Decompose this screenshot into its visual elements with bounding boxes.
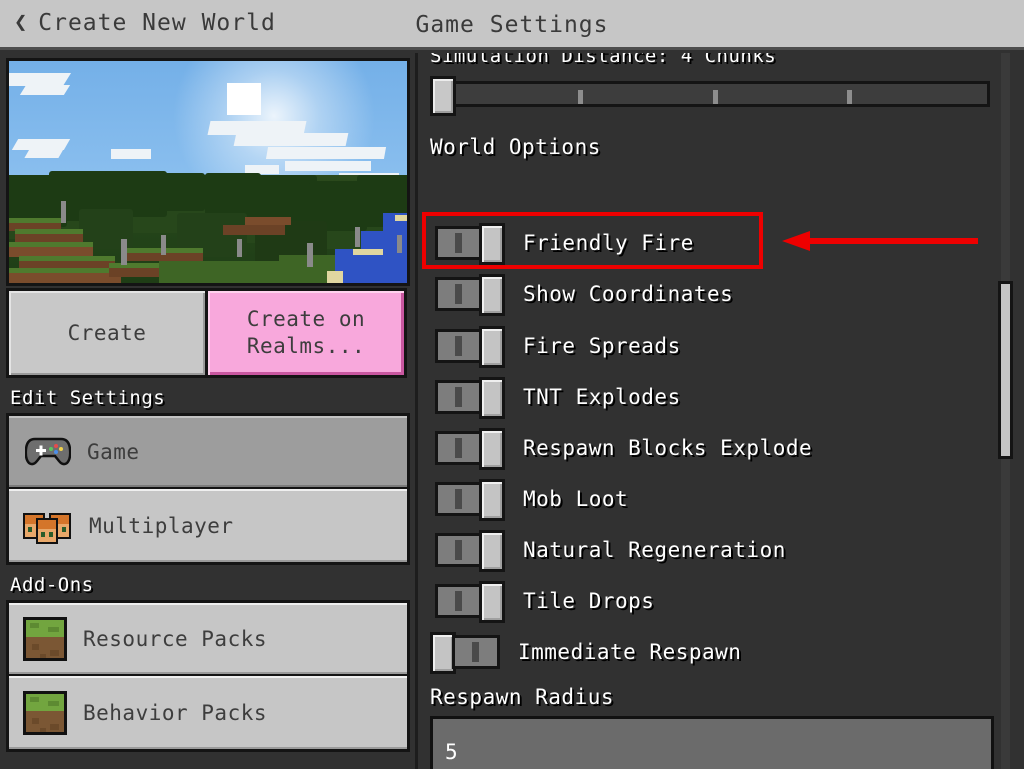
toggle-row-mob-loot[interactable]: Mob Loot <box>435 477 628 521</box>
preview-terrain <box>9 161 407 283</box>
toggle-switch[interactable] <box>430 632 500 674</box>
sidebar-item-resource-packs[interactable]: Resource Packs <box>9 603 407 676</box>
simulation-distance-slider[interactable] <box>430 76 990 116</box>
create-on-realms-label: Create on Realms... <box>246 307 366 358</box>
toggle-label: Mob Loot <box>523 487 629 511</box>
sidebar-item-multiplayer[interactable]: Multiplayer <box>9 489 407 562</box>
toggle-row-fire-spreads[interactable]: Fire Spreads <box>435 324 681 368</box>
toggle-switch[interactable] <box>435 274 505 316</box>
grass-block-icon <box>23 690 67 735</box>
sidebar-item-game[interactable]: Game <box>9 416 407 489</box>
toggle-label: Immediate Respawn <box>518 640 742 664</box>
toggle-label: Respawn Blocks Explode <box>523 436 813 460</box>
toggle-switch[interactable] <box>435 326 505 368</box>
world-preview-image <box>6 58 410 286</box>
toggle-switch[interactable] <box>435 428 505 470</box>
create-button[interactable]: Create <box>6 288 208 378</box>
respawn-radius-label: Respawn Radius <box>430 685 615 709</box>
sidebar-item-behavior-packs[interactable]: Behavior Packs <box>9 676 407 749</box>
toggle-label: Fire Spreads <box>523 334 681 358</box>
toggle-row-tnt-explodes[interactable]: TNT Explodes <box>435 375 681 419</box>
add-ons-heading: Add-Ons <box>10 574 94 596</box>
screen-header: ❮ Create New World Game Settings <box>0 0 1024 50</box>
minecraft-create-world-screen: ❮ Create New World Game Settings Create … <box>0 0 1024 769</box>
edit-settings-list: Game Multiplayer <box>6 413 410 565</box>
respawn-radius-value: 5 <box>445 740 459 764</box>
create-buttons-row: Create Create on Realms... <box>6 288 410 378</box>
world-options-heading: World Options <box>430 135 601 159</box>
toggle-switch[interactable] <box>435 530 505 572</box>
preview-sun <box>227 83 261 115</box>
toggle-row-respawn-blocks-explode[interactable]: Respawn Blocks Explode <box>435 426 812 470</box>
toggle-row-show-coordinates[interactable]: Show Coordinates <box>435 272 733 316</box>
create-button-label: Create <box>67 320 147 345</box>
sidebar-item-label: Multiplayer <box>89 513 234 538</box>
toggle-switch[interactable] <box>435 223 505 265</box>
sidebar-item-label: Behavior Packs <box>83 700 268 725</box>
simulation-distance-label: Simulation Distance: 4 Chunks <box>430 53 777 67</box>
add-ons-list: Resource Packs Behavior Packs <box>6 600 410 752</box>
settings-scrollbar-thumb[interactable] <box>998 281 1013 459</box>
toggle-switch[interactable] <box>435 377 505 419</box>
players-icon <box>23 506 73 546</box>
slider-track[interactable] <box>442 81 990 107</box>
toggle-switch[interactable] <box>435 581 505 623</box>
toggle-row-natural-regeneration[interactable]: Natural Regeneration <box>435 528 786 572</box>
toggle-row-friendly-fire[interactable]: Friendly Fire <box>435 221 694 265</box>
settings-panel: Simulation Distance: 4 Chunks World Opti… <box>421 53 1024 769</box>
page-title: Game Settings <box>415 12 609 38</box>
toggle-row-tile-drops[interactable]: Tile Drops <box>435 579 654 623</box>
toggle-label: Show Coordinates <box>523 282 734 306</box>
sidebar-item-label: Game <box>87 439 140 464</box>
respawn-radius-input[interactable]: 5 <box>430 716 994 769</box>
toggle-label: Tile Drops <box>523 589 655 613</box>
toggle-label: Natural Regeneration <box>523 538 786 562</box>
grass-block-icon <box>23 616 67 661</box>
toggle-label: Friendly Fire <box>523 231 694 255</box>
toggle-label: TNT Explodes <box>523 385 681 409</box>
create-on-realms-button[interactable]: Create on Realms... <box>205 288 407 378</box>
gamepad-icon <box>23 431 71 473</box>
left-sidebar: Create Create on Realms... Edit Settings <box>0 53 418 769</box>
toggle-row-immediate-respawn[interactable]: Immediate Respawn <box>430 630 741 674</box>
slider-handle[interactable] <box>430 76 456 116</box>
edit-settings-heading: Edit Settings <box>10 387 166 409</box>
sidebar-item-label: Resource Packs <box>83 626 268 651</box>
toggle-switch[interactable] <box>435 479 505 521</box>
